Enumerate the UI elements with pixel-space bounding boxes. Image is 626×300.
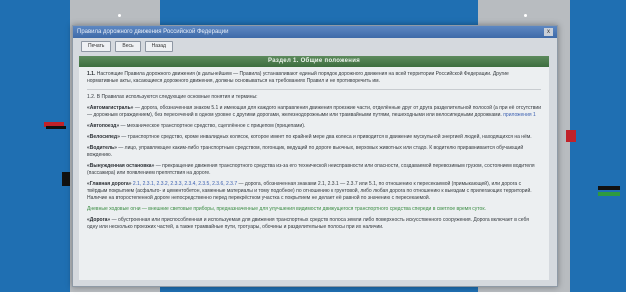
window-title: Правила дорожного движения Российской Фе… — [77, 29, 229, 35]
term-name: «Дорога» — [87, 217, 111, 223]
paragraph-text: Настоящие Правила дорожного движения (в … — [87, 71, 509, 84]
term-driver: «Водитель» — лицо, управляющее каким-либ… — [79, 145, 549, 159]
document-content: Раздел 1. Общие положения 1.1. Настоящие… — [79, 56, 549, 280]
all-button[interactable]: Весь — [115, 40, 141, 52]
print-button[interactable]: Печать — [81, 40, 112, 52]
term-name: «Автопоезд» — [87, 123, 120, 129]
window-titlebar[interactable]: Правила дорожного движения Российской Фе… — [73, 26, 557, 38]
indicator-dot — [524, 14, 527, 17]
term-main-road: «Главная дорога» 2.1, 2.3.1, 2.3.2, 2.3.… — [79, 181, 549, 202]
term-road: «Дорога» — обустроенная или приспособлен… — [79, 217, 549, 231]
black-marker-left-lower — [62, 172, 70, 186]
back-button[interactable]: Назад — [144, 40, 173, 52]
term-definition: — обустроенная или приспособленная и исп… — [87, 217, 529, 230]
divider — [87, 89, 541, 90]
term-road-train: «Автопоезд» — механическое транспортное … — [79, 123, 549, 130]
term-name: «Автомагистраль» — [87, 105, 134, 111]
note-green: Дневные ходовые огни — внешние световые … — [87, 206, 486, 212]
close-icon[interactable]: x — [544, 28, 553, 36]
term-definition: — дорога, обозначенная знаком 5.1 и имею… — [87, 105, 542, 118]
term-definition: — прекращение движения транспортного сре… — [87, 163, 535, 176]
term-definition: — транспортное средство, кроме инвалидны… — [119, 134, 532, 140]
document-window: Правила дорожного движения Российской Фе… — [72, 25, 558, 287]
sign-links[interactable]: 2.1, 2.3.1, 2.3.2, 2.3.3, 2.3.4, 2.3.5, … — [133, 181, 237, 187]
term-name: «Водитель» — [87, 145, 117, 151]
term-definition: — механическое транспортное средство, сц… — [119, 123, 306, 129]
term-name: «Главная дорога» — [87, 181, 132, 187]
toolbar: Печать Весь Назад — [73, 38, 557, 54]
section-title: Раздел 1. Общие положения — [79, 56, 549, 67]
paragraph-1-1: 1.1. Настоящие Правила дорожного движени… — [79, 71, 549, 85]
green-marker-right — [598, 192, 620, 196]
term-bicycle: «Велосипед» — транспортное средство, кро… — [79, 134, 549, 141]
indicator-dot — [118, 14, 121, 17]
red-marker-right — [566, 130, 576, 142]
term-forced-stop: «Вынужденная остановка» — прекращение дв… — [79, 163, 549, 177]
term-autobahn: «Автомагистраль» — дорога, обозначенная … — [79, 105, 549, 119]
paragraph-number: 1.1. — [87, 71, 96, 77]
term-name: «Велосипед» — [87, 134, 120, 140]
black-marker-right — [598, 186, 620, 190]
appendix-link[interactable]: приложения 1 — [503, 112, 536, 118]
term-name: «Вынужденная остановка» — [87, 163, 155, 169]
term-definition: — лицо, управляющее каким-либо транспорт… — [87, 145, 524, 158]
paragraph-1-2: 1.2. В Правилах используются следующие о… — [87, 94, 258, 100]
black-marker-left — [46, 126, 66, 129]
